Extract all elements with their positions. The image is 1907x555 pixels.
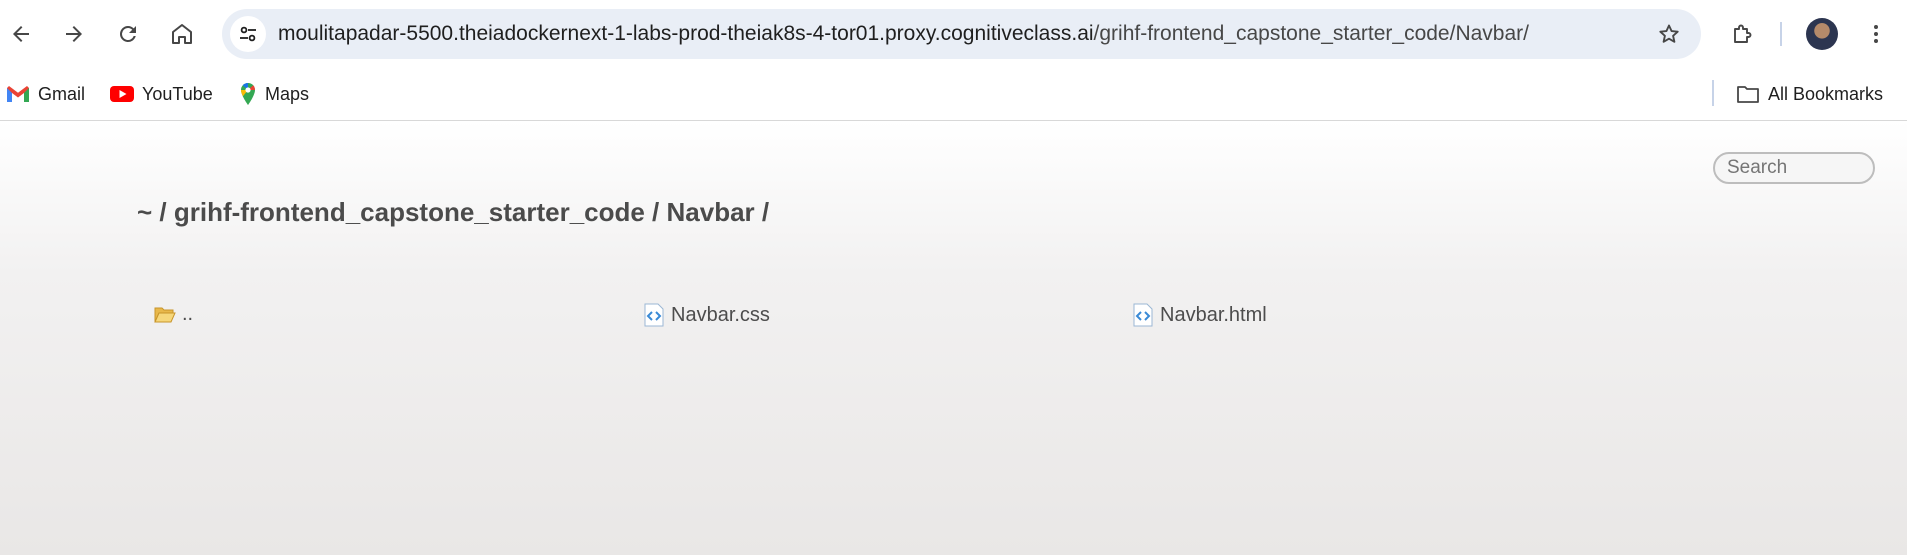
bookmark-star-button[interactable] xyxy=(1651,16,1687,52)
all-bookmarks-button[interactable]: All Bookmarks xyxy=(1736,78,1883,110)
star-icon xyxy=(1659,24,1679,43)
url-path: /grihf-frontend_capstone_starter_code/Na… xyxy=(1093,22,1529,45)
back-arrow-icon xyxy=(13,26,29,42)
bookmarks-divider xyxy=(1712,80,1714,106)
forward-arrow-icon xyxy=(66,26,82,42)
home-icon xyxy=(172,24,192,44)
site-info-button[interactable] xyxy=(230,16,266,52)
reload-icon xyxy=(120,26,136,42)
bookmark-youtube[interactable]: YouTube xyxy=(110,78,213,110)
reload-button[interactable] xyxy=(108,14,148,54)
bookmark-youtube-label: YouTube xyxy=(142,83,213,104)
folder-open-icon xyxy=(154,307,176,322)
profile-avatar[interactable] xyxy=(1806,18,1838,50)
code-file-icon xyxy=(644,303,664,327)
all-bookmarks-label: All Bookmarks xyxy=(1768,83,1884,104)
toolbar-divider xyxy=(1780,22,1782,46)
bookmark-gmail-label: Gmail xyxy=(38,83,86,104)
puzzle-icon xyxy=(1734,24,1752,43)
folder-icon xyxy=(1737,86,1759,103)
maps-icon xyxy=(241,82,256,105)
code-file-icon xyxy=(1133,303,1153,327)
browser-menu-button[interactable] xyxy=(1856,14,1896,54)
directory-listing-page: ~ / grihf-frontend_capstone_starter_code… xyxy=(0,121,1907,555)
file-list-item-parent[interactable]: .. xyxy=(154,303,193,326)
address-bar[interactable]: moulitapadar-5500.theiadockernext-1-labs… xyxy=(222,9,1701,59)
url-host: moulitapadar-5500.theiadockernext-1-labs… xyxy=(278,22,1094,45)
bookmark-gmail[interactable]: Gmail xyxy=(6,78,85,110)
page-title: ~ / grihf-frontend_capstone_starter_code… xyxy=(137,197,770,227)
youtube-icon xyxy=(110,86,134,102)
url-text[interactable]: moulitapadar-5500.theiadockernext-1-labs… xyxy=(278,9,1529,59)
file-list-item-navbar-css[interactable]: Navbar.css xyxy=(643,303,770,327)
back-button[interactable] xyxy=(1,14,41,54)
browser-toolbar: moulitapadar-5500.theiadockernext-1-labs… xyxy=(0,0,1907,68)
bookmark-maps[interactable]: Maps xyxy=(239,78,309,110)
search-input[interactable] xyxy=(1713,152,1875,184)
file-list-item-label: Navbar.css xyxy=(671,303,770,326)
bookmark-maps-label: Maps xyxy=(265,83,310,104)
home-button[interactable] xyxy=(162,14,202,54)
file-list-item-navbar-html[interactable]: Navbar.html xyxy=(1132,303,1267,327)
forward-button[interactable] xyxy=(54,14,94,54)
gmail-icon xyxy=(7,86,29,102)
extensions-button[interactable] xyxy=(1723,14,1763,54)
tune-icon xyxy=(240,26,256,42)
file-list-item-label: Navbar.html xyxy=(1160,303,1267,326)
file-list-item-label: .. xyxy=(182,303,194,325)
kebab-menu-icon xyxy=(1874,25,1878,43)
bookmarks-bar: Gmail YouTube Maps All Bookmarks xyxy=(0,68,1907,121)
